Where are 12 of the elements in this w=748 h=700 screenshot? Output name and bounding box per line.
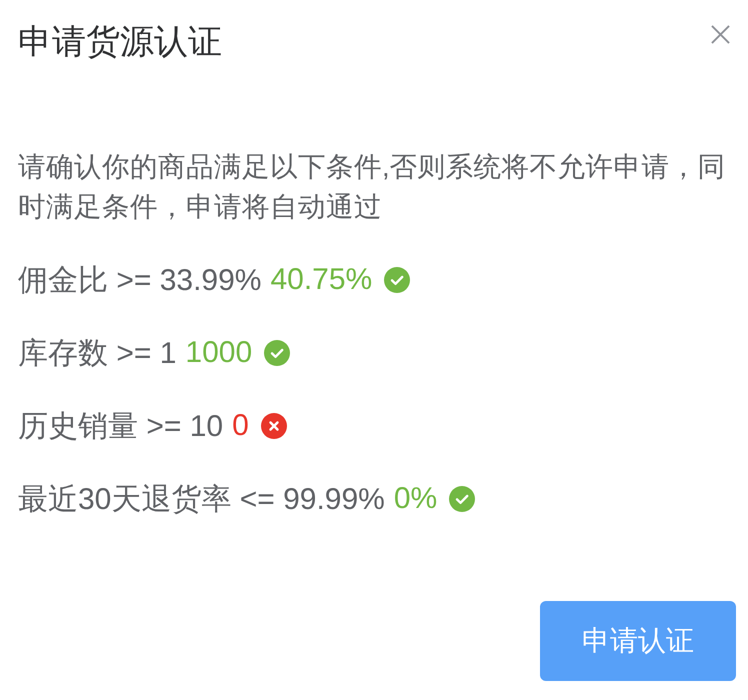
apply-button[interactable]: 申请认证 [540, 601, 736, 681]
condition-label: 最近30天退货率 <= 99.99% [18, 482, 385, 518]
condition-label: 佣金比 >= 33.99% [18, 262, 262, 298]
condition-label: 历史销量 >= 10 [18, 408, 224, 444]
condition-value: 40.75% [270, 263, 372, 297]
condition-label: 库存数 >= 1 [18, 336, 176, 372]
close-icon[interactable] [711, 25, 730, 44]
description-text: 请确认你的商品满足以下条件,否则系统将不允许申请，同时满足条件，申请将自动通过 [18, 150, 727, 224]
condition-value: 0 [232, 409, 249, 443]
condition-value: 0% [394, 482, 438, 516]
dialog-title: 申请货源认证 [18, 22, 222, 62]
condition-value: 1000 [185, 336, 252, 370]
